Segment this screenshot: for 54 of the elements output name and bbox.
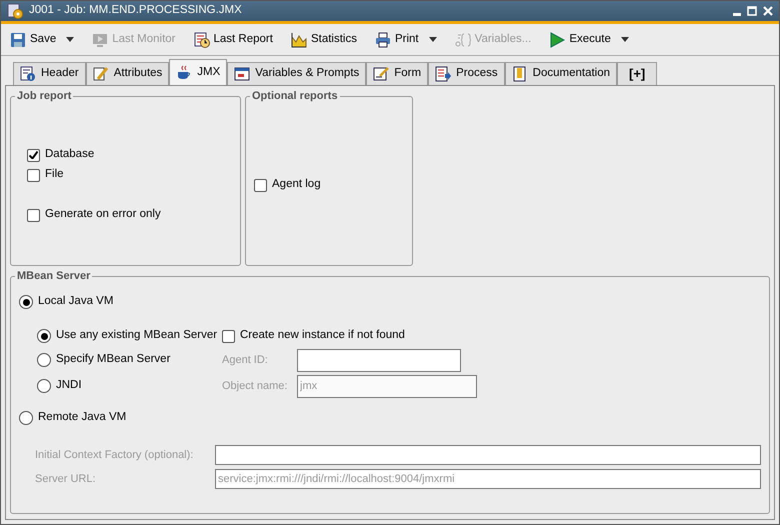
tab[interactable]: Form — [366, 62, 428, 85]
close-icon — [763, 6, 773, 16]
save-icon — [10, 32, 26, 48]
checkbox[interactable]: Agent log — [254, 175, 412, 195]
checkbox[interactable]: Database — [27, 145, 240, 165]
radio-button[interactable]: Remote Java VM — [19, 407, 761, 429]
info-page-icon — [20, 66, 36, 82]
coffee-cup-icon — [176, 64, 192, 80]
radio-button[interactable]: Use any existing MBean Server — [37, 325, 222, 347]
tab[interactable]: [+] — [617, 62, 658, 85]
tab[interactable]: Header — [13, 62, 86, 85]
toolbar-button[interactable]: Print — [372, 28, 440, 50]
book-icon — [512, 66, 528, 82]
text-field[interactable] — [297, 348, 461, 372]
monitor-icon — [92, 32, 108, 48]
toolbar-button[interactable]: Last Report — [190, 28, 276, 50]
group-title: MBean Server — [15, 271, 92, 282]
tab[interactable]: Attributes — [86, 62, 170, 85]
radio-button[interactable]: Local Java VM — [19, 291, 761, 313]
report-clock-icon — [194, 32, 210, 48]
field-label: Agent ID: — [222, 352, 269, 368]
group-title: Optional reports — [250, 91, 340, 102]
chart-icon — [290, 32, 307, 48]
check-icon — [29, 151, 38, 159]
field-label: Server URL: — [35, 472, 97, 487]
toolbar-button[interactable]: Statistics — [288, 28, 360, 50]
variables-icon — [454, 32, 471, 48]
checkbox[interactable]: File — [27, 165, 240, 185]
toolbar-button[interactable]: Execute — [546, 28, 632, 50]
list-arrow-icon — [435, 66, 452, 82]
tab[interactable]: JMX — [169, 59, 228, 85]
window-icon — [234, 66, 250, 82]
group-title: Job report — [15, 91, 74, 102]
field-label: Initial Context Factory (optional): — [35, 448, 194, 463]
checkbox[interactable]: Generate on error only — [27, 205, 240, 225]
field-label: Object name: — [222, 378, 288, 394]
form-pencil-icon — [373, 66, 390, 82]
tab[interactable]: Variables & Prompts — [227, 62, 366, 85]
checkbox[interactable]: Create new instance if not found — [222, 325, 477, 347]
radio-button[interactable]: Specify MBean Server — [37, 347, 222, 373]
maximize-icon — [747, 6, 757, 16]
caret-icon — [66, 37, 74, 42]
window-title: J001 - Job: MM.END.PROCESSING.JMX — [29, 3, 243, 18]
radio-button[interactable]: JNDI — [37, 373, 222, 399]
tab[interactable]: Process — [428, 62, 505, 85]
caret-icon — [620, 37, 629, 42]
printer-icon — [374, 32, 391, 48]
tab[interactable]: Documentation — [504, 62, 618, 85]
pencil-icon — [92, 66, 109, 82]
minimize-icon — [733, 12, 741, 16]
caret-icon — [428, 37, 437, 42]
toolbar-button[interactable]: Save — [7, 28, 78, 50]
text-field[interactable] — [215, 445, 761, 465]
play-icon — [549, 32, 566, 48]
